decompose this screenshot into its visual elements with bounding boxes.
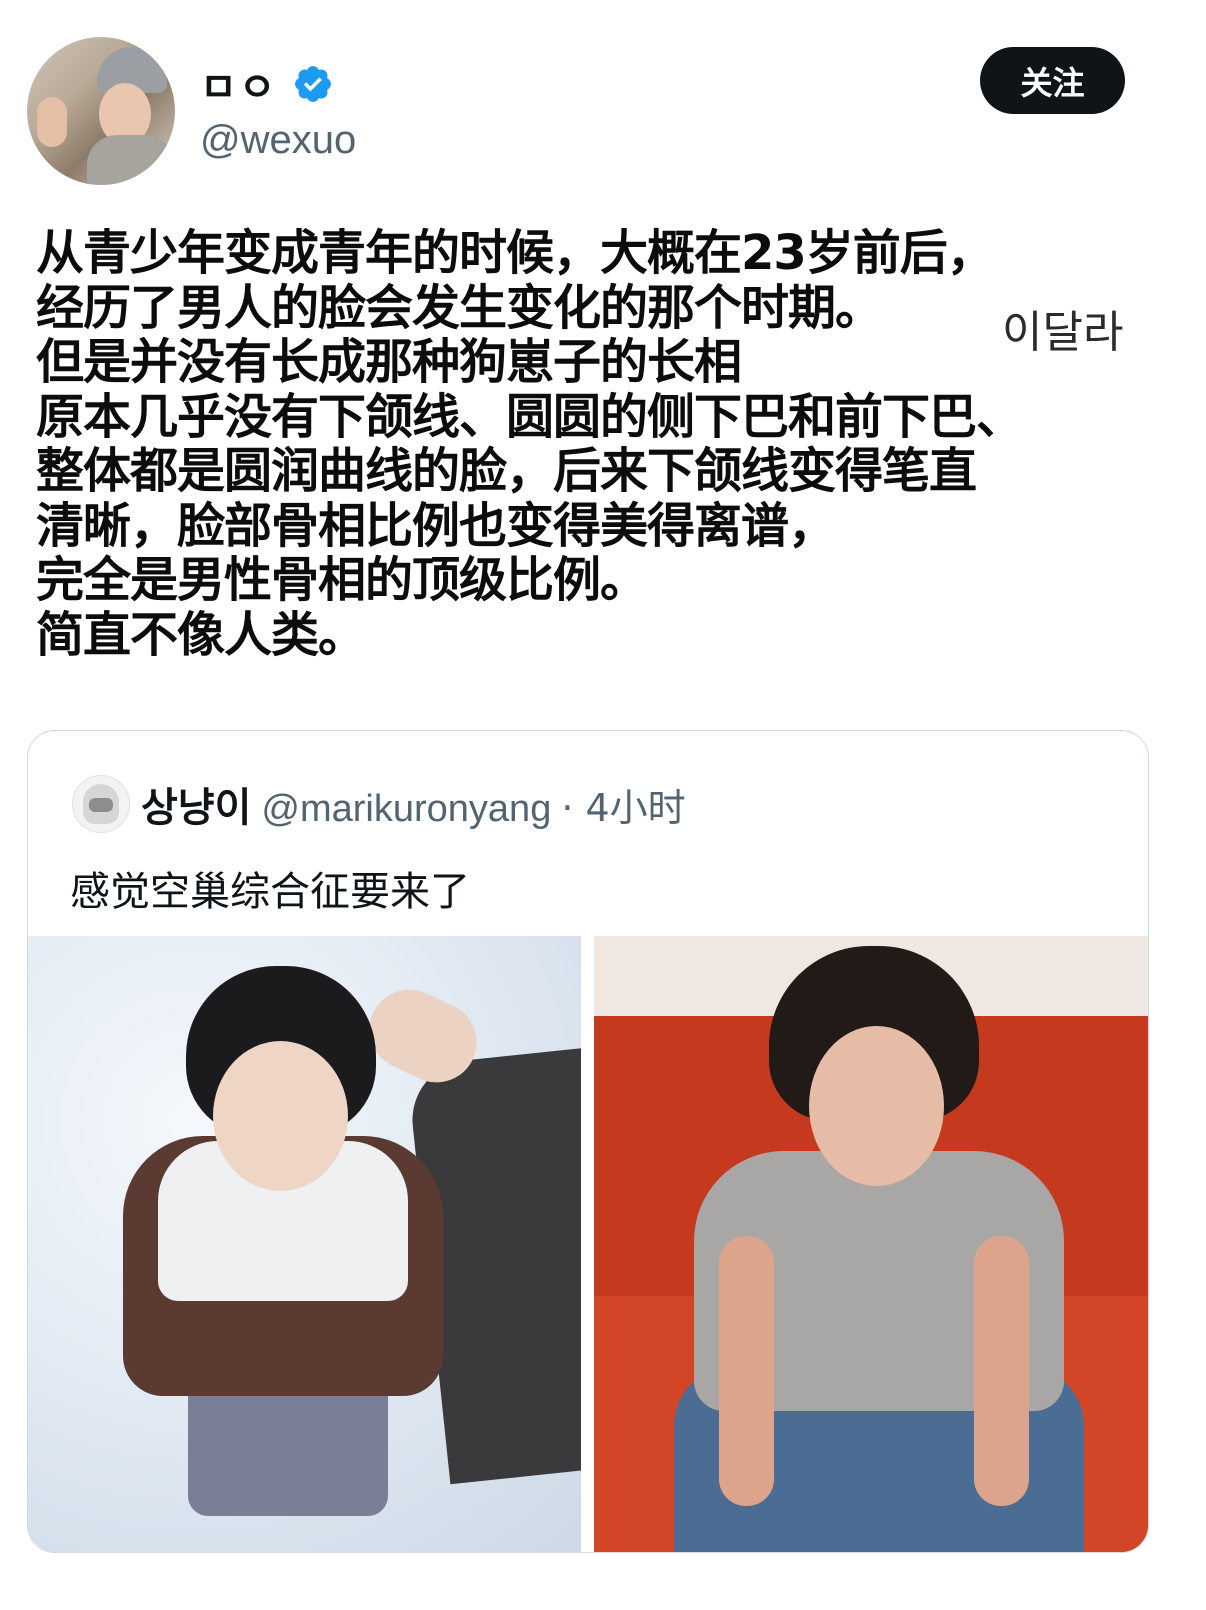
quoted-tweet-text: 感觉空巢综合征要来了 [70,869,470,915]
quoted-author-avatar[interactable] [72,775,130,833]
quoted-tweet-card[interactable]: 상냥이 @marikuronyang · 4小时 感觉空巢综合征要来了 [27,730,1149,1553]
tweet-line: 原本几乎没有下颌线、圆圆的侧下巴和前下巴、 [30,388,1190,445]
background-korean-text: 이달라 [1002,307,1124,358]
tweet-line: 整体都是圆润曲线的脸，后来下颌线变得笔直 [30,443,1190,499]
quoted-author-name[interactable]: 상냥이 [141,775,251,833]
photo-snow-selfie[interactable] [28,936,581,1552]
tweet-line: 清晰，脸部骨相比例也变得美得离谱， [30,497,1190,554]
tweet-text: 从青少年变成青年的时候，大概在23岁前后， 经历了男人的脸会发生变化的那个时期。… [30,225,1190,663]
quoted-timestamp[interactable]: · 4小时 [561,777,685,832]
quoted-author-row: 상냥이 @marikuronyang · 4小时 [141,775,686,833]
follow-button[interactable]: 关注 [980,47,1125,114]
author-avatar[interactable] [27,37,175,185]
tweet-line: 从青少年变成青年的时候，大概在23岁前后， [30,225,1190,281]
author-handle[interactable]: @wexuo [200,118,356,163]
tweet-line: 简直不像人类。 [30,606,1190,663]
author-display-name[interactable]: ㅁㅇ [200,55,278,113]
author-display-name-row[interactable]: ㅁㅇ [200,55,334,113]
photo-red-background-portrait[interactable] [594,936,1148,1552]
quoted-media-grid [28,936,1148,1552]
quoted-author-handle[interactable]: @marikuronyang [261,788,551,831]
tweet-line: 完全是男性骨相的顶级比例。 [30,552,1190,608]
verified-badge-icon [294,66,331,102]
